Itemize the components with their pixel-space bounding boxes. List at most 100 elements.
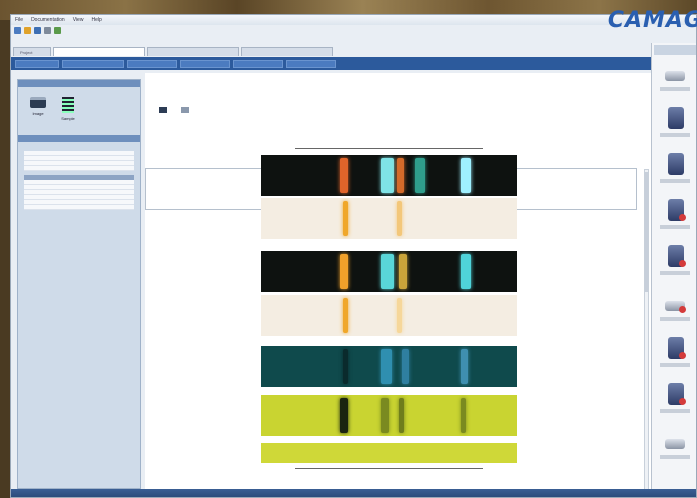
instrument-item[interactable]: [660, 289, 690, 331]
ruler-tick: [339, 145, 345, 149]
chromatogram-track[interactable]: [261, 346, 517, 387]
menu-bar: File Documentation View Help: [11, 15, 696, 25]
refresh-icon[interactable]: [54, 26, 61, 34]
ruler-tick: [433, 145, 439, 149]
vertical-scrollbar[interactable]: [644, 169, 649, 497]
band: [460, 158, 471, 193]
instrument-item[interactable]: [660, 335, 690, 377]
ribbon-button-4[interactable]: [180, 59, 230, 68]
compare-button[interactable]: [173, 107, 197, 115]
ribbon-button-3[interactable]: [127, 59, 177, 68]
warning-icon: [679, 352, 686, 359]
band: [399, 254, 407, 289]
chromatogram-track[interactable]: [261, 395, 517, 436]
compare-icon: [181, 107, 189, 113]
table-header: [18, 135, 140, 142]
ruler: [261, 145, 517, 151]
menu-help[interactable]: Help: [91, 17, 101, 23]
view-image[interactable]: Image: [28, 97, 48, 135]
capture-button[interactable]: [151, 107, 175, 115]
ruler-tick: [363, 145, 369, 149]
band: [399, 398, 405, 433]
warning-icon: [679, 260, 686, 267]
ruler-tick: [386, 465, 392, 469]
ruler-tick: [292, 145, 298, 149]
instrument-sidebar-header: [654, 45, 696, 55]
menu-documentation[interactable]: Documentation: [31, 17, 65, 23]
ruler-tick: [339, 465, 345, 469]
view-sample[interactable]: Sample: [58, 97, 78, 135]
chromatogram-track[interactable]: [261, 198, 517, 239]
image-icon: [30, 97, 46, 108]
tab-visualization[interactable]: [53, 47, 145, 56]
view-image-label: Image: [32, 111, 44, 116]
ribbon-button-2[interactable]: [62, 59, 124, 68]
save-icon[interactable]: [34, 26, 41, 34]
capture-icon: [159, 107, 167, 113]
tab-project[interactable]: Project: [13, 47, 51, 56]
instrument-item[interactable]: [660, 197, 690, 239]
band: [340, 158, 349, 193]
sample-icon: [62, 97, 74, 113]
camag-logo: CAMAG: [607, 8, 697, 33]
table-row[interactable]: [24, 166, 134, 171]
print-icon[interactable]: [44, 26, 51, 34]
table-row[interactable]: [24, 205, 134, 210]
ribbon-button-5[interactable]: [233, 59, 283, 68]
instrument-item[interactable]: [660, 427, 690, 469]
band: [340, 398, 349, 433]
band: [381, 254, 395, 289]
chromatogram-track[interactable]: [261, 155, 517, 196]
ruler-tick: [457, 465, 463, 469]
band: [340, 254, 349, 289]
tab-document-3[interactable]: [241, 47, 333, 56]
chromatogram-track[interactable]: [261, 295, 517, 336]
instrument-item[interactable]: [660, 243, 690, 285]
band: [396, 298, 402, 333]
band: [381, 158, 395, 193]
instrument-item[interactable]: [660, 151, 690, 193]
views-header: [18, 80, 140, 87]
ruler-tick: [480, 145, 486, 149]
ribbon-bar: [11, 57, 651, 70]
band: [381, 349, 392, 384]
warning-icon: [679, 306, 686, 313]
instrument-sidebar: [651, 43, 696, 497]
status-bar: [11, 489, 696, 497]
open-folder-icon[interactable]: [24, 26, 31, 34]
view-selector: Image Sample: [18, 87, 140, 135]
ruler-tick: [386, 145, 392, 149]
band: [396, 158, 405, 193]
band: [381, 398, 389, 433]
ruler-tick: [410, 465, 416, 469]
instrument-item[interactable]: [660, 381, 690, 423]
band: [460, 398, 466, 433]
view-sample-label: Sample: [61, 116, 75, 121]
band: [342, 349, 349, 384]
menu-file[interactable]: File: [15, 17, 23, 23]
chromatogram-track[interactable]: [261, 251, 517, 292]
chromatogram-track[interactable]: [261, 443, 517, 463]
tab-document-2[interactable]: [147, 47, 239, 56]
band: [396, 201, 402, 236]
ruler-tick: [480, 465, 486, 469]
ruler: [261, 465, 517, 471]
left-panel: Image Sample: [17, 79, 141, 489]
ruler-tick: [316, 465, 322, 469]
warning-icon: [679, 214, 686, 221]
ruler-tick: [410, 145, 416, 149]
instrument-item[interactable]: [660, 105, 690, 147]
band: [414, 158, 425, 193]
band: [342, 201, 349, 236]
ribbon-button-1[interactable]: [15, 59, 59, 68]
scrollbar-thumb[interactable]: [645, 172, 648, 292]
ruler-tick: [316, 145, 322, 149]
ruler-tick: [292, 465, 298, 469]
band: [342, 298, 349, 333]
ribbon-button-6[interactable]: [286, 59, 336, 68]
band: [460, 254, 471, 289]
band: [460, 349, 469, 384]
instrument-item[interactable]: [660, 59, 690, 101]
new-icon[interactable]: [14, 26, 21, 34]
menu-view[interactable]: View: [73, 17, 84, 23]
